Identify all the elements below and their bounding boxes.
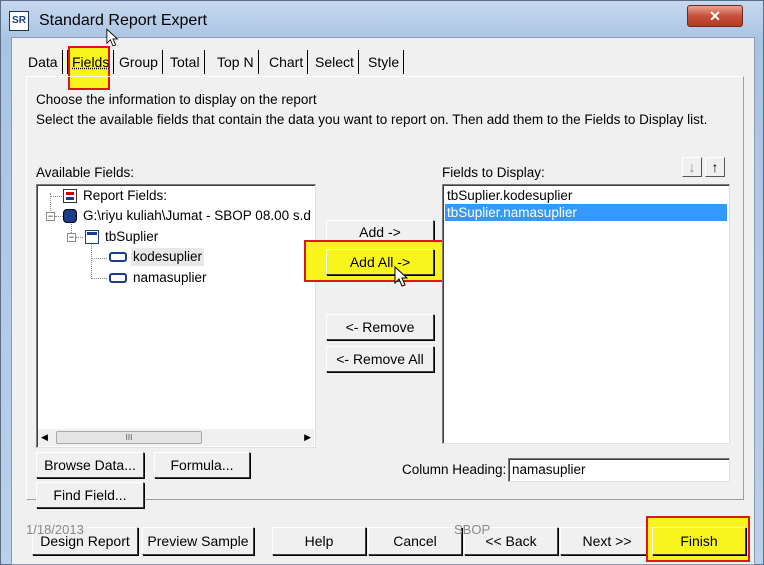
tab-chart[interactable]: Chart — [265, 50, 309, 74]
tree-line — [91, 278, 107, 279]
tab-select[interactable]: Select — [311, 50, 359, 74]
tab-group[interactable]: Group — [115, 50, 163, 74]
close-icon: ✕ — [709, 8, 721, 24]
report-fields-icon — [63, 189, 77, 203]
tree-item-field[interactable]: kodesuplier — [131, 248, 205, 266]
available-fields-label: Available Fields: — [36, 165, 135, 180]
tree-line — [75, 237, 83, 238]
next-button[interactable]: Next >> — [560, 527, 654, 555]
remove-all-button[interactable]: <- Remove All — [326, 346, 434, 372]
close-button[interactable]: ✕ — [687, 5, 743, 27]
table-icon — [85, 230, 99, 244]
formula-button[interactable]: Formula... — [154, 452, 250, 478]
tab-style[interactable]: Style — [364, 50, 405, 74]
fields-to-display-label: Fields to Display: — [442, 165, 545, 180]
mouse-cursor-icon — [394, 266, 409, 287]
tab-fields[interactable]: Fields — [67, 50, 115, 74]
scroll-right-icon[interactable]: ▶ — [304, 432, 311, 443]
tree-line — [91, 243, 92, 279]
field-icon — [109, 273, 127, 283]
app-icon: SR — [9, 11, 29, 31]
help-button[interactable]: Help — [272, 527, 366, 555]
tree-item-field[interactable]: namasuplier — [131, 269, 209, 287]
column-heading-value: namasuplier — [512, 462, 586, 477]
collapse-icon[interactable]: − — [46, 212, 55, 221]
slide-date: 1/18/2013 — [26, 522, 84, 537]
instruction-line-2: Select the available fields that contain… — [36, 112, 708, 127]
display-field-item[interactable]: tbSuplier.kodesuplier — [445, 187, 727, 204]
column-heading-input[interactable]: namasuplier — [508, 458, 730, 482]
database-icon — [63, 209, 77, 223]
finish-button[interactable]: Finish — [652, 527, 746, 555]
move-up-button[interactable]: ↑ — [705, 157, 725, 177]
cancel-button[interactable]: Cancel — [368, 527, 462, 555]
tree-item-report-fields[interactable]: Report Fields: — [83, 187, 167, 205]
remove-button[interactable]: <- Remove — [326, 314, 434, 340]
available-fields-tree[interactable]: Report Fields: − G:\riyu kuliah\Jumat - … — [36, 184, 316, 448]
mouse-cursor-icon — [106, 28, 119, 47]
report-expert-window: SR Standard Report Expert ✕ Data Fields … — [0, 0, 764, 565]
tree-item-database[interactable]: G:\riyu kuliah\Jumat - SBOP 08.00 s.d — [83, 207, 311, 225]
display-field-item-selected[interactable]: tbSuplier.namasuplier — [445, 204, 727, 221]
add-all-button[interactable]: Add All -> — [326, 249, 434, 275]
tree-item-table[interactable]: tbSuplier — [105, 228, 158, 246]
scroll-thumb[interactable]: III — [56, 431, 202, 444]
dialog-client-area: Data Fields Group Total Top N Chart Sele… — [11, 28, 755, 565]
move-down-button[interactable]: ↓ — [682, 157, 702, 177]
tab-total[interactable]: Total — [166, 50, 205, 74]
instruction-line-1: Choose the information to display on the… — [36, 92, 317, 107]
fields-to-display-list[interactable]: tbSuplier.kodesuplier tbSuplier.namasupl… — [442, 184, 730, 444]
tab-top-n[interactable]: Top N — [213, 50, 259, 74]
collapse-icon[interactable]: − — [67, 233, 76, 242]
column-heading-label: Column Heading: — [402, 462, 507, 477]
horizontal-scrollbar[interactable]: ◀ III ▶ — [38, 429, 314, 446]
window-title: Standard Report Expert — [39, 12, 208, 29]
tree-line — [91, 258, 107, 259]
tree-line — [50, 196, 62, 197]
arrow-up-icon: ↑ — [711, 159, 719, 175]
find-field-button[interactable]: Find Field... — [36, 482, 144, 508]
grip-icon: III — [125, 433, 133, 442]
tree-line — [55, 216, 63, 217]
tab-data[interactable]: Data — [24, 50, 63, 74]
arrow-down-icon: ↓ — [688, 159, 696, 175]
browse-data-button[interactable]: Browse Data... — [36, 452, 144, 478]
scroll-left-icon[interactable]: ◀ — [41, 432, 48, 443]
field-icon — [109, 252, 127, 262]
preview-sample-button[interactable]: Preview Sample — [142, 527, 254, 555]
slide-footer: SBOP — [454, 522, 491, 537]
